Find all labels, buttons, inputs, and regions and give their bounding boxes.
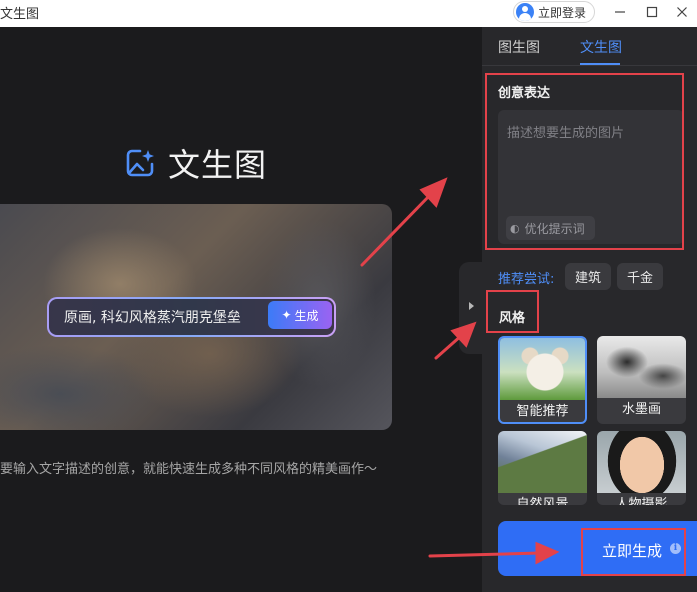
arrow-to-creative — [360, 191, 434, 267]
arrow-to-generate — [428, 551, 542, 558]
annotation-arrows — [360, 177, 560, 565]
arrow-head — [535, 541, 560, 565]
